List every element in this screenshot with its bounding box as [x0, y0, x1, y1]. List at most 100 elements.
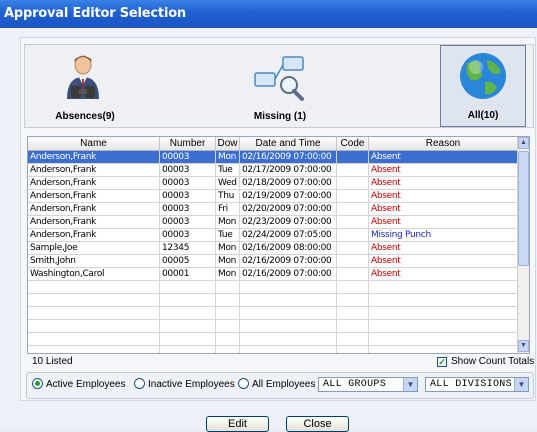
table-row[interactable]: Anderson,Frank 00003 Fri 02/20/2009 07:00:0…	[28, 203, 518, 216]
table-row[interactable]: Anderson,Frank 00003 Mon 02/23/2009 07:00:0…	[28, 216, 518, 229]
cell-number: 12345	[160, 242, 216, 254]
table-row[interactable]	[28, 346, 518, 353]
col-header-reason[interactable]: Reason	[369, 137, 518, 150]
cell-dow: Tue	[216, 229, 240, 241]
table-row[interactable]	[28, 281, 518, 294]
cell-name	[28, 307, 160, 319]
table-row[interactable]	[28, 294, 518, 307]
divisions-dropdown[interactable]: ALL DIVISIONS ▼	[425, 377, 529, 392]
table-row[interactable]: Anderson,Frank 00003 Thu 02/19/2009 07:00:0…	[28, 190, 518, 203]
col-header-number[interactable]: Number	[160, 137, 216, 150]
cell-dow	[216, 333, 240, 345]
missing-label: Missing (1)	[253, 111, 307, 122]
cell-dow: Mon	[216, 268, 240, 280]
close-button[interactable]: Close	[286, 416, 349, 432]
cell-code	[337, 216, 369, 228]
table-row[interactable]: Anderson,Frank 00003 Mon 02/16/2009 07:00:0…	[28, 151, 518, 164]
cell-code	[337, 164, 369, 176]
cell-code	[337, 242, 369, 254]
edit-button[interactable]: Edit	[206, 416, 269, 432]
cell-name: Anderson,Frank	[28, 164, 160, 176]
cell-dow	[216, 346, 240, 353]
cell-datetime: 02/18/2009 07:00:00	[240, 177, 337, 189]
chevron-down-icon[interactable]: ▼	[514, 378, 528, 391]
cell-name: Smith,John	[28, 255, 160, 267]
user-binoculars-icon	[67, 55, 99, 99]
scroll-up-icon[interactable]: ▲	[518, 137, 529, 149]
grid-header: Name Number Dow Date and Time Code Reaso…	[28, 137, 518, 151]
cell-reason: Absent	[369, 151, 518, 163]
cell-dow	[216, 281, 240, 293]
table-row[interactable]: Anderson,Frank 00003 Wed 02/18/2009 07:00:0…	[28, 177, 518, 190]
cell-number	[160, 294, 216, 306]
cell-reason: Absent	[369, 255, 518, 267]
cell-datetime	[240, 346, 337, 353]
cell-datetime	[240, 281, 337, 293]
cell-reason: Absent	[369, 216, 518, 228]
cell-dow: Mon	[216, 255, 240, 267]
table-row[interactable]	[28, 333, 518, 346]
table-row[interactable]: Smith,John 00005 Mon 02/16/2009 07:00:00 Abs…	[28, 255, 518, 268]
cell-code	[337, 229, 369, 241]
cell-datetime: 02/16/2009 07:00:00	[240, 151, 337, 163]
divisions-value: ALL DIVISIONS	[430, 379, 512, 390]
table-row[interactable]: Anderson,Frank 00003 Tue 02/24/2009 07:05:0…	[28, 229, 518, 242]
all-employees-label: All Employees	[252, 379, 316, 390]
vertical-scrollbar[interactable]: ▲ ▼	[517, 137, 529, 353]
cell-datetime	[240, 333, 337, 345]
cell-datetime	[240, 294, 337, 306]
cell-dow: Tue	[216, 164, 240, 176]
cell-datetime: 02/19/2009 07:00:00	[240, 190, 337, 202]
chevron-down-icon[interactable]: ▼	[403, 378, 417, 391]
cell-reason	[369, 333, 518, 345]
table-row[interactable]	[28, 320, 518, 333]
scroll-down-icon[interactable]: ▼	[518, 340, 529, 352]
col-header-name[interactable]: Name	[28, 137, 160, 150]
cell-name: Washington,Carol	[28, 268, 160, 280]
missing-button[interactable]: Missing (1)	[225, 45, 335, 127]
cell-number	[160, 333, 216, 345]
cell-name: Anderson,Frank	[28, 151, 160, 163]
cell-code	[337, 151, 369, 163]
cell-reason	[369, 307, 518, 319]
col-header-code[interactable]: Code	[337, 137, 369, 150]
cell-code	[337, 307, 369, 319]
cell-reason	[369, 320, 518, 332]
cell-datetime: 02/16/2009 07:00:00	[240, 255, 337, 267]
cell-number	[160, 307, 216, 319]
groups-value: ALL GROUPS	[323, 379, 387, 390]
cell-number: 00005	[160, 255, 216, 267]
cell-datetime: 02/20/2009 07:00:00	[240, 203, 337, 215]
cell-reason	[369, 294, 518, 306]
network-magnifier-icon	[254, 56, 304, 101]
all-button[interactable]: All(10)	[440, 45, 526, 127]
col-header-datetime[interactable]: Date and Time	[240, 137, 337, 150]
cell-reason: Absent	[369, 177, 518, 189]
active-employees-radio[interactable]	[32, 378, 43, 389]
cell-number: 00003	[160, 177, 216, 189]
show-count-totals-checkbox[interactable]: ✓	[437, 357, 447, 367]
groups-dropdown[interactable]: ALL GROUPS ▼	[318, 377, 418, 392]
cell-name: Anderson,Frank	[28, 203, 160, 215]
table-row[interactable]: Anderson,Frank 00003 Tue 02/17/2009 07:00:0…	[28, 164, 518, 177]
cell-name: Anderson,Frank	[28, 177, 160, 189]
absences-label: Absences(9)	[55, 111, 115, 122]
table-row[interactable]	[28, 307, 518, 320]
cell-datetime	[240, 320, 337, 332]
inactive-employees-radio[interactable]	[134, 378, 145, 389]
cell-dow: Mon	[216, 151, 240, 163]
all-employees-radio[interactable]	[238, 378, 249, 389]
cell-code	[337, 294, 369, 306]
scroll-thumb[interactable]	[518, 151, 529, 266]
cell-datetime: 02/16/2009 08:00:00	[240, 242, 337, 254]
cell-code	[337, 333, 369, 345]
col-header-dow[interactable]: Dow	[216, 137, 240, 150]
cell-dow: Mon	[216, 216, 240, 228]
cell-name: Anderson,Frank	[28, 216, 160, 228]
cell-number	[160, 346, 216, 353]
table-row[interactable]: Sample,Joe 12345 Mon 02/16/2009 08:00:00 Abs…	[28, 242, 518, 255]
table-row[interactable]: Washington,Carol 00001 Mon 02/16/2009 07:00…	[28, 268, 518, 281]
absences-button[interactable]: Absences(9)	[35, 45, 135, 127]
cell-name: Sample,Joe	[28, 242, 160, 254]
cell-reason: Absent	[369, 190, 518, 202]
